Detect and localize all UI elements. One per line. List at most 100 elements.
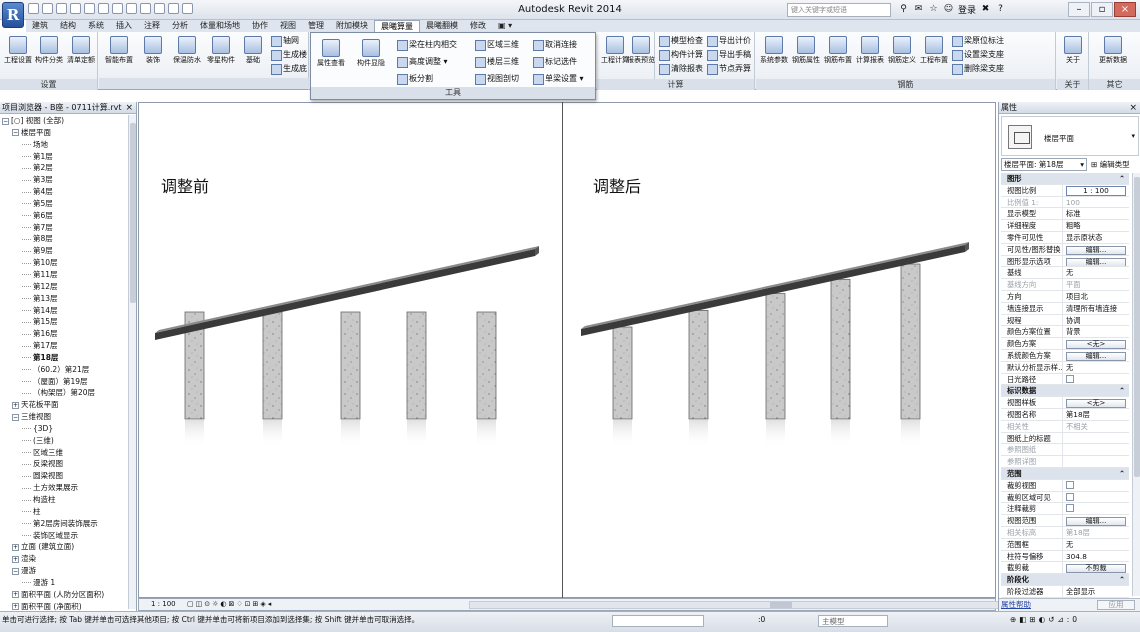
browser-item[interactable]: − 漫游 xyxy=(0,565,128,577)
property-edit-button[interactable]: <无> xyxy=(1066,399,1126,408)
properties-close-button[interactable]: × xyxy=(1129,102,1137,114)
property-checkbox[interactable] xyxy=(1066,374,1074,383)
tab-10[interactable]: 附加模块 xyxy=(330,20,374,32)
collapse-icon[interactable]: − xyxy=(12,129,19,137)
browser-item[interactable]: 区域三维 xyxy=(0,447,128,459)
column[interactable] xyxy=(688,310,709,420)
column[interactable] xyxy=(900,263,921,420)
rebar-place-button[interactable]: 钢筋布置 xyxy=(820,36,856,65)
browser-item[interactable]: （屋面）第19层 xyxy=(0,376,128,388)
tab-overflow-icon[interactable]: ▣ ▾ xyxy=(492,20,518,32)
star-icon[interactable]: ☆ xyxy=(928,4,939,15)
smart-place-button[interactable]: 智能布置 xyxy=(101,36,137,65)
set-support-button[interactable]: 设置梁支座 xyxy=(952,49,1004,61)
browser-item[interactable]: + 天花板平面 xyxy=(0,399,128,411)
tab-1[interactable]: 结构 xyxy=(54,20,82,32)
instance-filter-dropdown[interactable]: 楼层平面: 第18层 ▾ xyxy=(1001,158,1087,171)
browser-item[interactable]: 第5层 xyxy=(0,198,128,210)
export-pricing-button[interactable]: 导出计价 xyxy=(707,35,751,47)
column[interactable] xyxy=(830,278,851,420)
type-selector[interactable]: 楼层平面 ▾ xyxy=(1001,116,1139,156)
edit-type-button[interactable]: ⊞ 编辑类型 xyxy=(1091,159,1130,170)
section-collapse-icon[interactable]: ⌃ xyxy=(1119,173,1129,184)
property-edit-button[interactable]: 编辑... xyxy=(1066,257,1126,267)
section-collapse-icon[interactable]: ⌃ xyxy=(1119,385,1129,396)
browser-scroll-thumb[interactable] xyxy=(130,123,136,303)
node-calc-button[interactable]: 节点弄算 xyxy=(707,63,751,75)
tab-0[interactable]: 建筑 xyxy=(26,20,54,32)
browser-item[interactable]: 第7层 xyxy=(0,222,128,234)
report-preview-button[interactable]: 报表预览 xyxy=(625,36,657,65)
grid-button[interactable]: 轴网 xyxy=(271,35,299,47)
delete-support-button[interactable]: 删除梁支座 xyxy=(952,63,1004,75)
application-menu-button[interactable]: R xyxy=(2,2,24,28)
section-collapse-icon[interactable]: ⌃ xyxy=(1119,574,1129,585)
browser-item[interactable]: 第2层房间装饰展示 xyxy=(0,518,128,530)
browser-item[interactable]: 漫游 1 xyxy=(0,577,128,589)
view-hscroll-thumb[interactable] xyxy=(770,602,792,608)
column[interactable] xyxy=(406,311,427,420)
beam-in-column-button[interactable]: 梁在柱内相交 xyxy=(397,39,457,51)
tab-4[interactable]: 注释 xyxy=(138,20,166,32)
user-icon[interactable]: ☺ xyxy=(943,4,954,15)
browser-item[interactable]: − 三维视图 xyxy=(0,411,128,423)
property-edit-button[interactable]: <无> xyxy=(1066,340,1126,349)
login-link[interactable]: 登录 xyxy=(958,3,976,16)
browser-item[interactable]: (三维) xyxy=(0,435,128,447)
browser-item[interactable]: − [○] 视图 (全部) xyxy=(0,115,128,127)
slab-split-button[interactable]: 板分割 xyxy=(397,73,433,85)
browser-item[interactable]: 第8层 xyxy=(0,233,128,245)
browser-item[interactable]: 构造柱 xyxy=(0,494,128,506)
search-input[interactable]: 键入关键字或短语 xyxy=(787,3,891,17)
system-params-button[interactable]: 系统参数 xyxy=(756,36,792,65)
browser-scrollbar[interactable] xyxy=(128,115,136,609)
browser-item[interactable]: 第4层 xyxy=(0,186,128,198)
browser-item[interactable]: 第11层 xyxy=(0,269,128,281)
property-input[interactable]: 1 : 100 xyxy=(1066,185,1126,196)
restore-button[interactable]: ▫ xyxy=(1091,2,1113,17)
browser-item[interactable]: 第14层 xyxy=(0,305,128,317)
tab-8[interactable]: 视图 xyxy=(274,20,302,32)
subscription-icon[interactable]: ✉ xyxy=(913,4,924,15)
decoration-button[interactable]: 装饰 xyxy=(135,36,171,65)
browser-item[interactable]: 第2层 xyxy=(0,162,128,174)
browser-item[interactable]: 圆梁视图 xyxy=(0,470,128,482)
export-manuscript-button[interactable]: 导出手稿 xyxy=(707,49,751,61)
browser-item[interactable]: 第10层 xyxy=(0,257,128,269)
browser-item[interactable]: {3D} xyxy=(0,423,128,435)
browser-close-button[interactable]: × xyxy=(125,102,133,114)
browser-item[interactable]: 第1层 xyxy=(0,151,128,163)
property-edit-button[interactable]: 编辑... xyxy=(1066,245,1126,255)
browser-item[interactable]: + 渲染 xyxy=(0,553,128,565)
property-checkbox[interactable] xyxy=(1066,492,1074,501)
insulation-button[interactable]: 保温防水 xyxy=(169,36,205,65)
tab-5[interactable]: 分析 xyxy=(166,20,194,32)
single-beam-settings-button[interactable]: 单梁设置 ▾ xyxy=(533,73,584,85)
browser-item[interactable]: 第3层 xyxy=(0,174,128,186)
tab-7[interactable]: 协作 xyxy=(246,20,274,32)
mark-selection-button[interactable]: 标记选件 xyxy=(533,56,577,68)
floor-3d-button[interactable]: 楼层三维 xyxy=(475,56,519,68)
collapse-icon[interactable]: − xyxy=(12,413,19,421)
expand-icon[interactable]: + xyxy=(12,591,19,599)
property-checkbox[interactable] xyxy=(1066,504,1074,513)
browser-item[interactable]: 第18层 xyxy=(0,352,128,364)
drawing-viewport[interactable]: 调整前 调整后 xyxy=(138,102,996,598)
project-place-button[interactable]: 工程布置 xyxy=(916,36,952,65)
view-control-icons[interactable]: ▢◫⊙☼◐⊠♢⊡⊞◈◂ xyxy=(187,599,273,610)
browser-item[interactable]: 柱 xyxy=(0,506,128,518)
clear-report-button[interactable]: 清除报表 xyxy=(659,63,703,75)
collapse-icon[interactable]: − xyxy=(12,567,19,575)
rebar-define-button[interactable]: 钢筋定义 xyxy=(884,36,920,65)
browser-item[interactable]: 土方效果展示 xyxy=(0,482,128,494)
misc-component-button[interactable]: 零星构件 xyxy=(203,36,239,65)
region-3d-button[interactable]: 区域三维 xyxy=(475,39,519,51)
property-edit-button[interactable]: 不剪裁 xyxy=(1066,564,1126,574)
help-icon[interactable]: ? xyxy=(995,4,1006,15)
browser-item[interactable]: + 面积平面 (人防分区面积) xyxy=(0,589,128,601)
browser-item[interactable]: + 立面 (建筑立面) xyxy=(0,541,128,553)
exchange-icon[interactable]: ✖ xyxy=(980,4,991,15)
expand-icon[interactable]: + xyxy=(12,603,19,611)
tab-9[interactable]: 管理 xyxy=(302,20,330,32)
workset-selector[interactable] xyxy=(612,615,704,627)
